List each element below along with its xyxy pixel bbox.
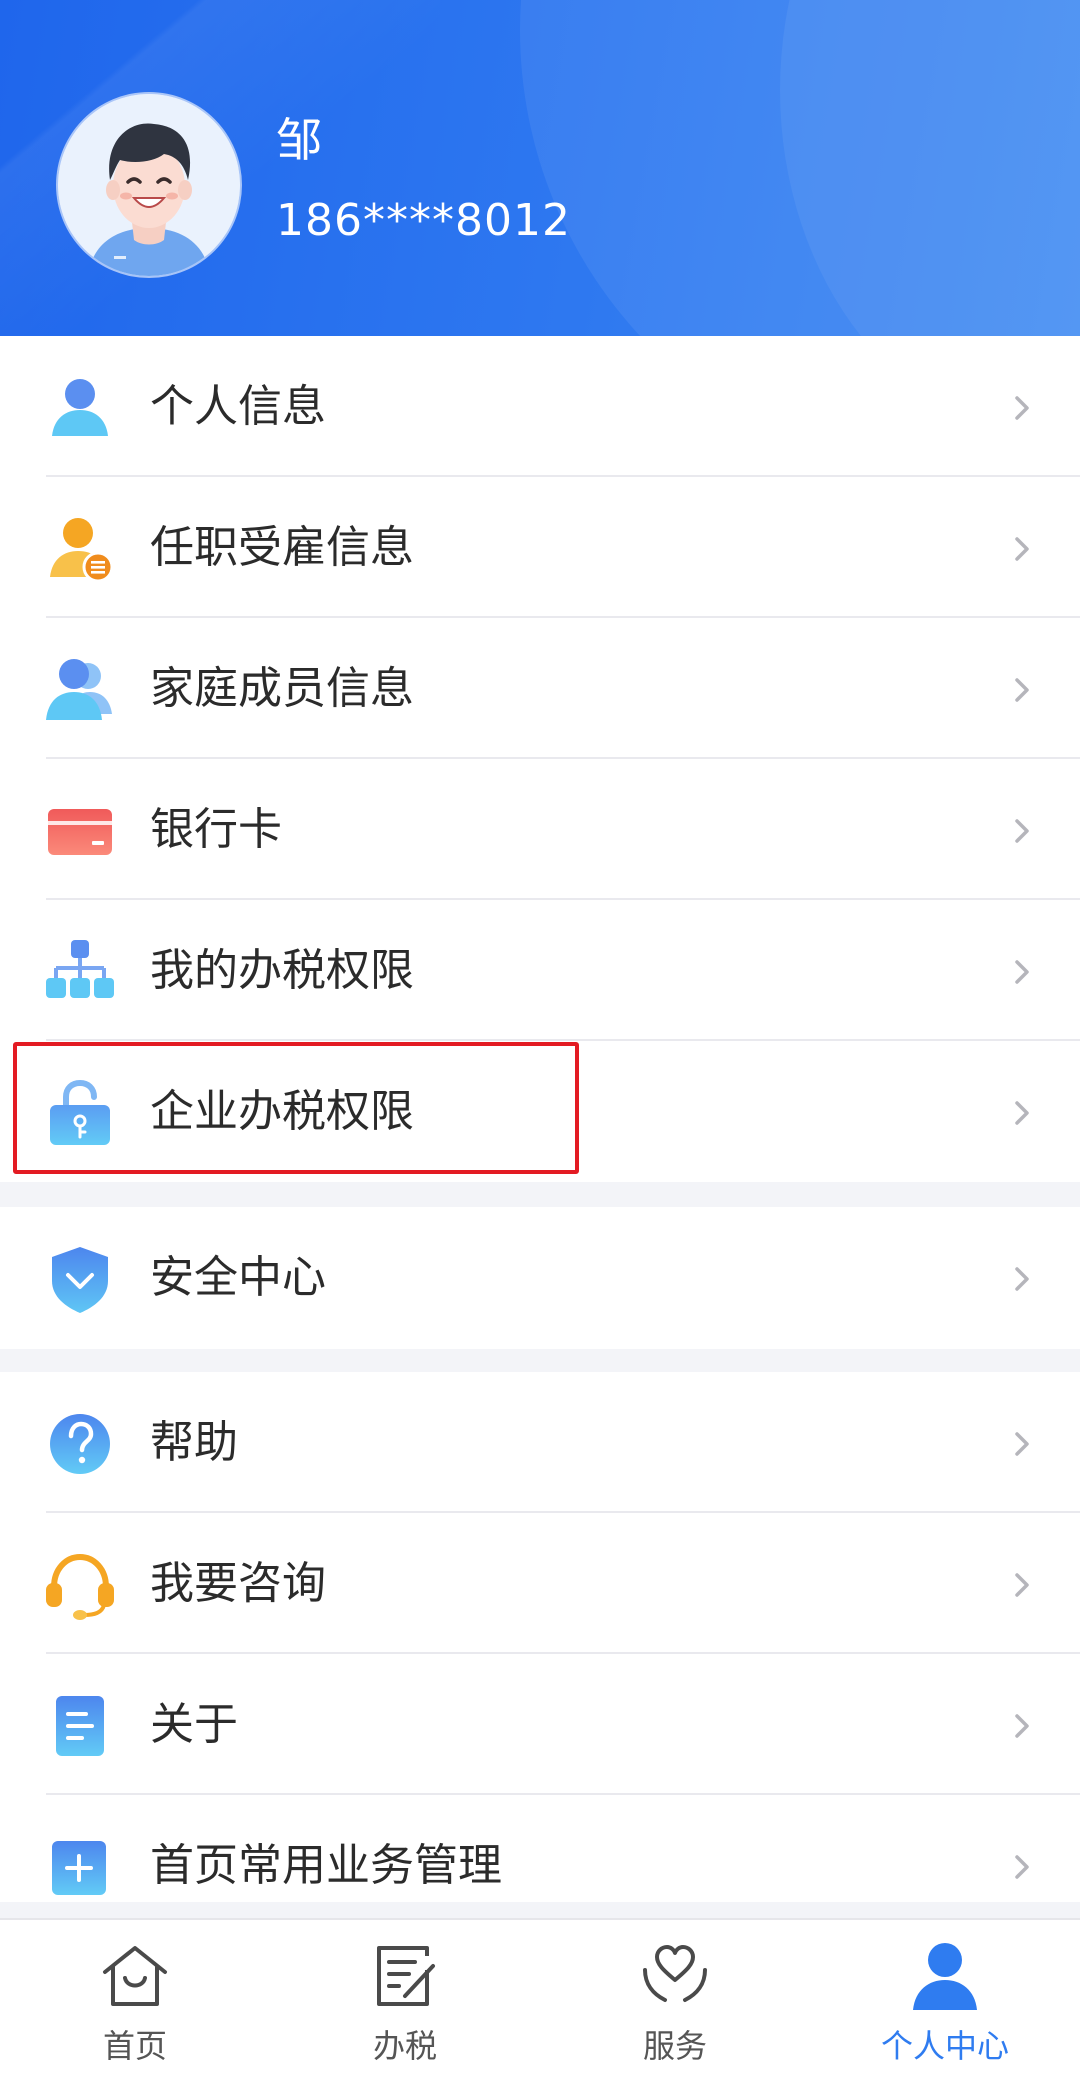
document-icon — [56, 1696, 104, 1756]
bank-card-icon — [48, 809, 112, 855]
headset-icon — [46, 1553, 114, 1620]
profile-icon — [913, 1943, 977, 2010]
menu-item-label: 任职受雇信息 — [150, 522, 414, 573]
chevron-right-icon — [1015, 1267, 1029, 1291]
menu-item-about[interactable]: 关于 — [0, 1654, 1080, 1795]
menu-item-home-business-management[interactable]: 首页常用业务管理 — [0, 1795, 1080, 1902]
tab-label: 办税 — [372, 2027, 437, 2065]
menu-item-label: 个人信息 — [150, 381, 326, 432]
tax-form-icon — [377, 1946, 435, 2006]
chevron-right-icon — [1015, 1714, 1029, 1738]
menu-item-help[interactable]: 帮助 — [0, 1372, 1080, 1513]
menu-item-label: 安全中心 — [150, 1252, 326, 1303]
service-heart-icon — [643, 1945, 707, 2002]
menu-item-label: 企业办税权限 — [150, 1086, 414, 1137]
shield-icon — [52, 1247, 108, 1313]
person-icon — [52, 379, 108, 436]
avatar-icon — [58, 94, 240, 276]
chevron-right-icon — [1015, 1432, 1029, 1456]
menu-item-my-tax-permission[interactable]: 我的办税权限 — [0, 900, 1080, 1041]
menu-item-label: 帮助 — [150, 1417, 238, 1468]
bottom-tab-bar: 首页 办税 服务 个人中心 — [0, 1918, 1080, 2088]
menu-item-label: 我的办税权限 — [150, 945, 414, 996]
user-name: 邹 — [276, 113, 322, 167]
chevron-right-icon — [1015, 1573, 1029, 1597]
menu-item-consult[interactable]: 我要咨询 — [0, 1513, 1080, 1654]
employment-icon — [50, 518, 114, 583]
org-chart-icon — [46, 940, 114, 998]
tab-label: 服务 — [642, 2027, 707, 2065]
avatar[interactable] — [58, 94, 240, 276]
menu-item-family-info[interactable]: 家庭成员信息 — [0, 618, 1080, 759]
menu-item-label: 首页常用业务管理 — [150, 1840, 502, 1891]
family-icon — [46, 659, 112, 720]
menu-item-label: 关于 — [150, 1699, 238, 1750]
plus-icon — [52, 1841, 106, 1895]
personal-center-page: 邹 186****8012 个人信息 任职受雇信息 家庭成员信息 银行卡 我的办… — [0, 0, 1080, 2088]
chevron-right-icon — [1015, 1855, 1029, 1879]
tab-label: 首页 — [102, 2027, 167, 2065]
menu-item-employment-info[interactable]: 任职受雇信息 — [0, 477, 1080, 618]
chevron-right-icon — [1015, 960, 1029, 984]
menu-group-security: 安全中心 — [0, 1207, 1080, 1349]
tab-service[interactable]: 服务 — [540, 1920, 810, 2088]
menu-item-security-center[interactable]: 安全中心 — [0, 1207, 1080, 1349]
chevron-right-icon — [1015, 1101, 1029, 1125]
profile-header: 邹 186****8012 — [0, 0, 1080, 336]
chevron-right-icon — [1015, 678, 1029, 702]
tab-tax[interactable]: 办税 — [270, 1920, 540, 2088]
menu-item-label: 银行卡 — [150, 804, 282, 855]
chevron-right-icon — [1015, 819, 1029, 843]
tab-personal-center[interactable]: 个人中心 — [810, 1920, 1080, 2088]
menu-item-bank-card[interactable]: 银行卡 — [0, 759, 1080, 900]
lock-icon — [50, 1079, 110, 1145]
menu-item-enterprise-tax-permission[interactable]: 企业办税权限 — [0, 1041, 1080, 1182]
tab-label: 个人中心 — [880, 2027, 1009, 2065]
menu-item-label: 我要咨询 — [150, 1558, 326, 1609]
menu-group-profile: 个人信息 任职受雇信息 家庭成员信息 银行卡 我的办税权限 企业办税权限 — [0, 336, 1080, 1182]
help-icon — [50, 1414, 110, 1474]
chevron-right-icon — [1015, 396, 1029, 420]
chevron-right-icon — [1015, 537, 1029, 561]
menu-item-personal-info[interactable]: 个人信息 — [0, 336, 1080, 477]
menu-group-help: 帮助 我要咨询 关于 首页常用业务管理 — [0, 1372, 1080, 1902]
menu-item-label: 家庭成员信息 — [150, 663, 414, 714]
user-phone: 186****8012 — [276, 195, 571, 246]
home-icon — [103, 1946, 167, 2006]
tab-home[interactable]: 首页 — [0, 1920, 270, 2088]
